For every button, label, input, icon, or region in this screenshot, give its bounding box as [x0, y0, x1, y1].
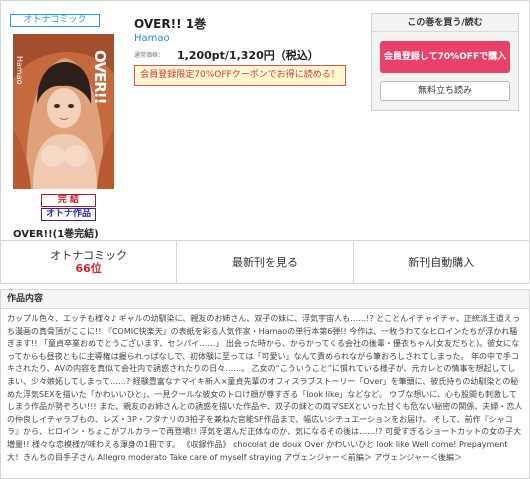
ranking-cell[interactable]: オトナコミック 66位 — [1, 241, 178, 283]
book-info-section: オトナコミック OVER!! Hamao 完 結 オトナ作品 OVER!!(1巻… — [0, 0, 530, 240]
buy-panel-header: この巻を買う/読む — [372, 14, 518, 32]
action-bar: オトナコミック 66位 最新刊を見る 新刊自動購入 — [0, 240, 530, 284]
ranking-value: 66位 — [75, 262, 102, 275]
otona-badge: オトナ作品 — [41, 208, 96, 221]
cover-title: OVER!! — [91, 50, 109, 104]
auto-purchase-button[interactable]: 新刊自動購入 — [354, 241, 529, 283]
coupon-banner[interactable]: 会員登録限定70%OFFクーポンでお得に読める！ — [134, 65, 346, 86]
description-heading: 作品内容 — [1, 290, 529, 309]
book-title: OVER!! 1巻 — [134, 17, 207, 31]
cover-author: Hamao — [15, 56, 24, 85]
latest-volume-button[interactable]: 最新刊を見る — [177, 241, 354, 283]
description-text: カップル色々、エッチも様々♪ ギャルの幼馴染に、親友のお姉さん、双子の妹に、浮気… — [7, 314, 523, 462]
ranking-label: オトナコミック — [50, 249, 128, 262]
book-cover[interactable]: OVER!! Hamao — [13, 34, 114, 189]
complete-badge: 完 結 — [41, 194, 96, 207]
register-buy-button[interactable]: 会員登録して70%OFFで購入 — [380, 41, 510, 73]
price-label: 通常価格： — [134, 52, 165, 59]
volume-label[interactable]: OVER!!(1巻完結) — [13, 225, 99, 240]
description-section: 作品内容 カップル色々、エッチも様々♪ ギャルの幼馴染に、親友のお姉さん、双子の… — [0, 289, 530, 479]
genre-tag[interactable]: オトナコミック — [10, 14, 100, 27]
author-link[interactable]: Hamao — [134, 33, 170, 44]
free-trial-button[interactable]: 無料立ち読み — [380, 81, 510, 101]
price: 1,200pt/1,320円（税込） — [177, 49, 319, 62]
buy-panel: この巻を買う/読む 会員登録して70%OFFで購入 無料立ち読み — [371, 13, 519, 111]
